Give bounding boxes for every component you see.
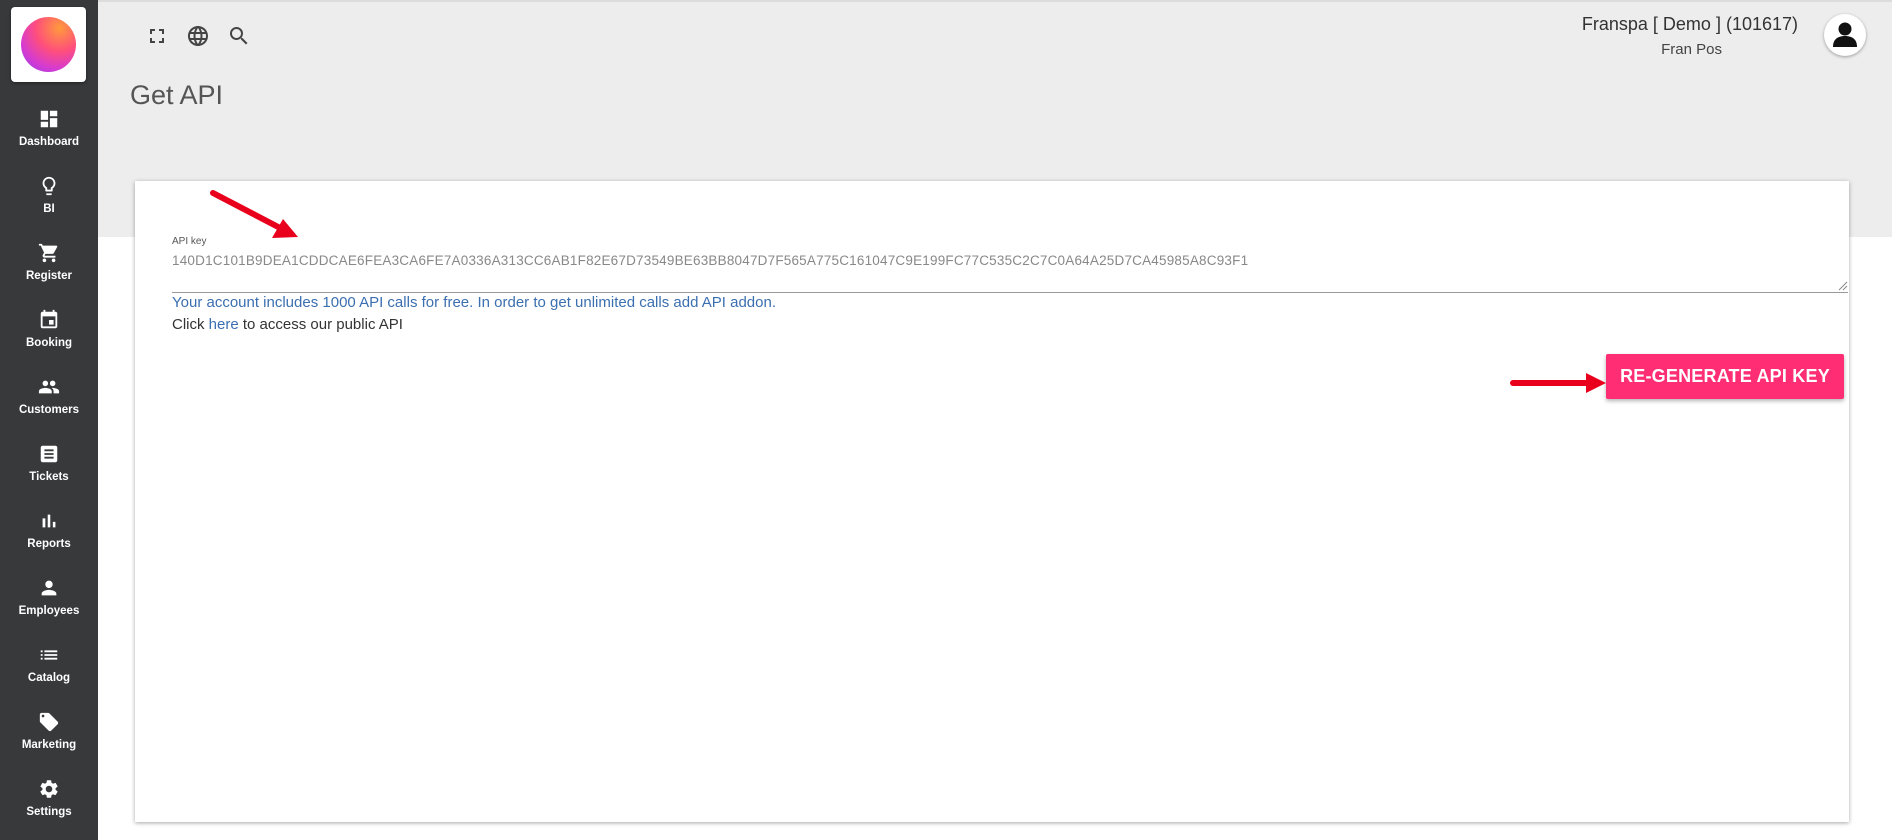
account-name[interactable]: Franspa [ Demo ] (101617) [1582,14,1798,35]
fullscreen-button[interactable] [145,24,169,48]
lightbulb-icon [42,176,56,196]
public-api-suffix: to access our public API [238,316,403,333]
sidebar-item-label: Marketing [21,739,77,751]
sidebar: Dashboard BI Register Booking Customers … [0,0,98,840]
language-button[interactable] [186,24,210,48]
sidebar-item-register[interactable]: Register [0,232,98,299]
sidebar-item-label: Catalog [27,672,71,684]
person-icon [41,580,57,596]
logo-orb [21,17,76,72]
search-icon [230,27,248,45]
public-api-link[interactable]: here [209,316,239,333]
sidebar-item-catalog[interactable]: Catalog [0,634,98,701]
sidebar-item-reports[interactable]: Reports [0,500,98,567]
account-subtitle: Fran Pos [1661,41,1722,58]
user-avatar-icon [1833,22,1857,47]
dashboard-icon [40,110,58,128]
sidebar-item-employees[interactable]: Employees [0,567,98,634]
list-icon [40,650,58,660]
sidebar-item-booking[interactable]: Booking [0,299,98,366]
sidebar-item-bi[interactable]: BI [0,165,98,232]
receipt-icon [40,445,58,463]
header-top-edge [98,0,1892,2]
sidebar-item-tickets[interactable]: Tickets [0,433,98,500]
resize-grip-icon[interactable] [1838,281,1848,291]
people-icon [38,380,60,394]
calendar-icon [40,309,58,329]
sidebar-item-marketing[interactable]: Marketing [0,701,98,768]
company-logo[interactable] [11,7,86,82]
api-key-label: API key [172,236,207,247]
api-card: API key 140D1C101B9DEA1CDDCAE6FEA3CA6FE7… [135,181,1849,822]
sidebar-item-label: Employees [18,605,80,617]
sidebar-item-label: Reports [27,538,71,550]
sidebar-item-label: Settings [26,806,72,818]
regenerate-api-key-button[interactable]: RE-GENERATE API KEY [1606,354,1844,399]
page-title: Get API [130,80,224,110]
api-calls-info: Your account includes 1000 API calls for… [172,294,776,311]
sidebar-item-customers[interactable]: Customers [0,366,98,433]
search-button[interactable] [227,24,251,48]
sidebar-item-settings[interactable]: Settings [0,768,98,835]
cart-icon [38,243,58,263]
sidebar-item-label: BI [43,203,55,215]
gear-icon [40,780,58,798]
sidebar-item-dashboard[interactable]: Dashboard [0,98,98,165]
sidebar-item-label: Tickets [29,471,69,483]
fullscreen-icon [150,29,164,43]
public-api-line: Click here to access our public API [172,316,403,333]
public-api-prefix: Click [172,316,209,333]
sidebar-item-label: Customers [18,404,80,416]
bar-chart-icon [42,514,56,528]
api-key-field[interactable]: 140D1C101B9DEA1CDDCAE6FEA3CA6FE7A0336A31… [172,253,1848,293]
sidebar-item-label: Register [25,270,73,282]
tag-icon [39,712,59,732]
sidebar-item-label: Dashboard [18,136,80,148]
globe-icon [188,26,208,46]
avatar[interactable] [1824,14,1866,56]
sidebar-item-label: Booking [26,337,72,349]
